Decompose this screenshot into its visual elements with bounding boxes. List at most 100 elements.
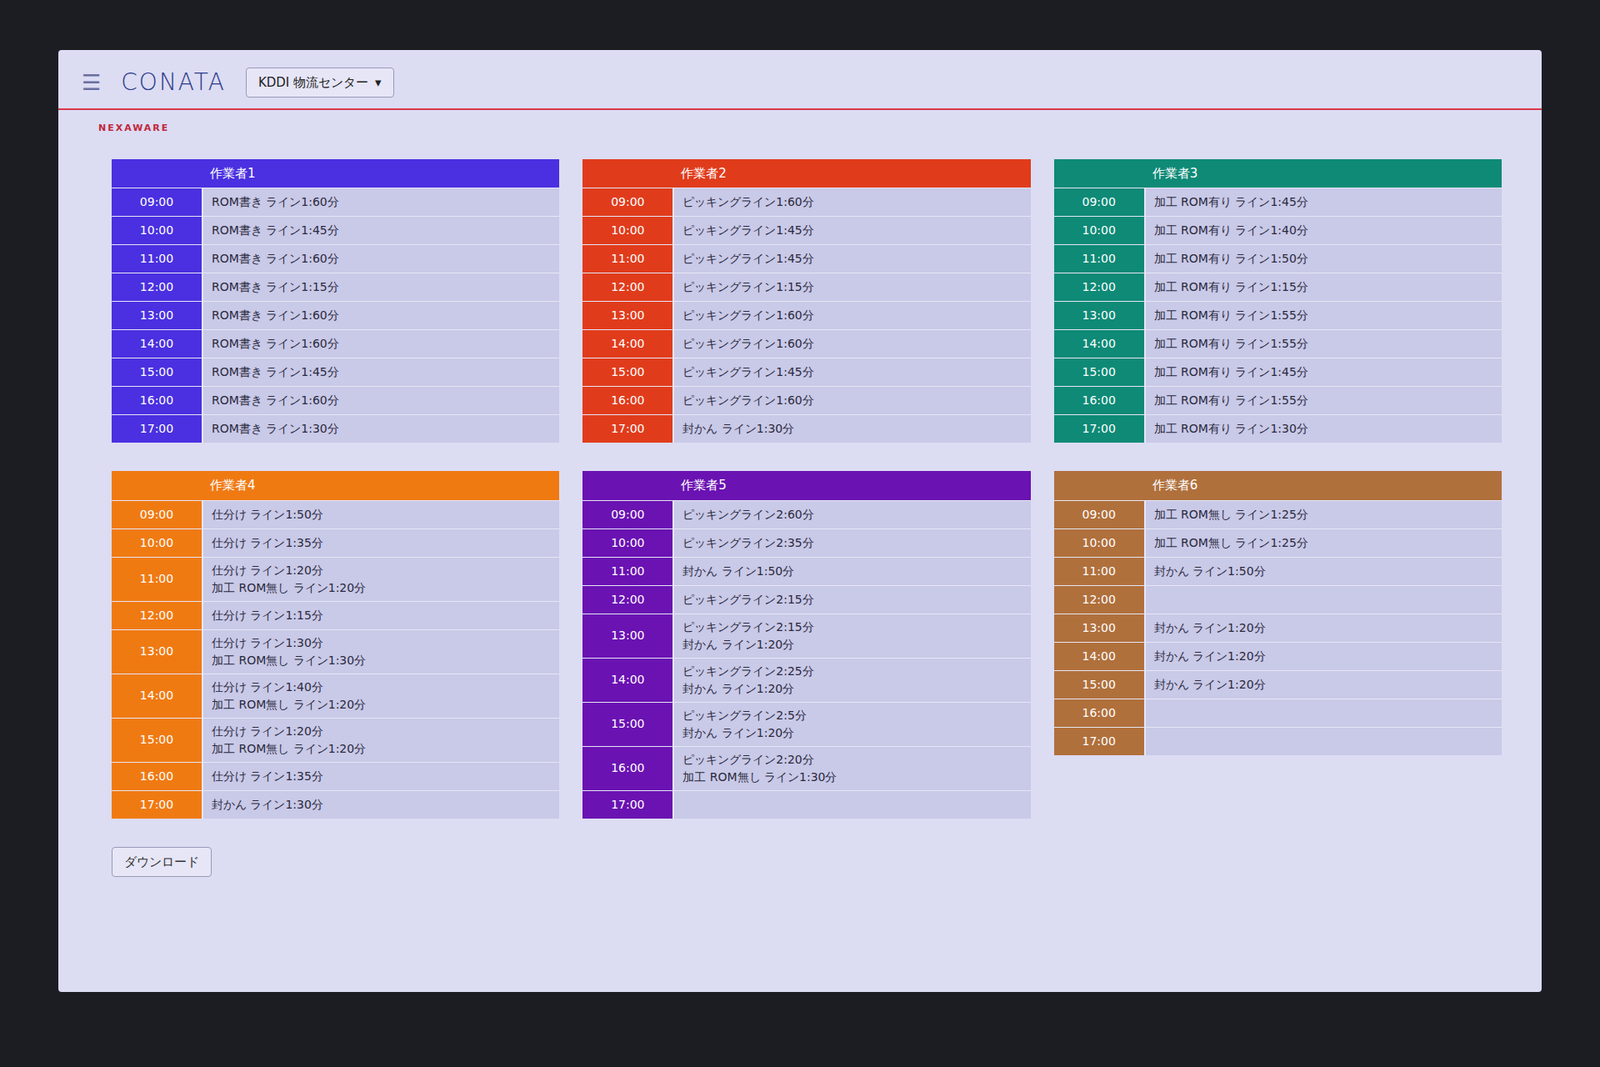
time-cell: 12:00 (111, 273, 204, 301)
worker-name: 作業者4 (203, 470, 560, 500)
task-cell: 仕分け ライン1:50分 (203, 500, 560, 529)
schedule-row: 11:00ROM書き ライン1:60分 (111, 244, 560, 273)
schedule-row: 13:00 加工 ROM有り ライン1:55分 (1054, 300, 1502, 330)
header-corner (1054, 159, 1146, 189)
task-entry: 封かん ライン1:20分 (1154, 619, 1494, 637)
task-cell: ピッキングライン1:60分 (674, 188, 1030, 216)
task-cell: 封かん ライン1:30分 (674, 415, 1030, 443)
task-entry: 封かん ライン1:20分 (682, 680, 1022, 698)
schedule-row: 17:00加工 ROM有り ライン1:30分 (1054, 414, 1502, 443)
task-entry: ROM書き ライン1:45分 (211, 221, 551, 240)
task-cell: 封かん ライン1:50分 (674, 557, 1030, 585)
time-cell: 15:00 (111, 358, 204, 386)
schedule-row: 10:00ROM書き ライン1:45分 (111, 215, 560, 245)
time-cell: 11:00 (582, 557, 675, 585)
task-cell: ピッキングライン1:60分 (674, 386, 1030, 415)
time-cell: 10:00 (1054, 529, 1146, 557)
schedule-row: 11:00加工 ROM有り ライン1:50分 (1054, 244, 1502, 273)
schedule-row: 13:00ROM書き ライン1:60分 (111, 300, 560, 330)
task-entry: ROM書き ライン1:60分 (211, 335, 551, 353)
task-entry: ROM書き ライン1:60分 (211, 193, 551, 211)
time-cell: 14:00 (1054, 642, 1146, 670)
task-cell: ピッキングライン2:5分封かん ライン1:20分 (674, 702, 1030, 746)
task-entry: 加工 ROM有り ライン1:50分 (1154, 250, 1494, 268)
schedule-row: 13:00仕分け ライン1:30分加工 ROM無し ライン1:30分 (111, 629, 560, 674)
time-cell: 15:00 (1054, 670, 1146, 699)
schedule-row: 16:00仕分け ライン1:35分 (111, 761, 560, 790)
schedule-row: 14:00ピッキングライン2:25分封かん ライン1:20分 (582, 657, 1030, 702)
task-entry: 加工 ROM有り ライン1:55分 (1154, 306, 1494, 325)
time-cell: 14:00 (1054, 330, 1146, 358)
schedule-row: 17:00ROM書き ライン1:30分 (111, 414, 560, 443)
task-entry: 封かん ライン1:20分 (1154, 675, 1494, 694)
task-entry: ピッキングライン2:25分 (682, 662, 1022, 680)
task-cell: 仕分け ライン1:20分加工 ROM無し ライン1:20分 (203, 718, 560, 762)
task-entry: 仕分け ライン1:20分 (211, 722, 551, 740)
schedule-row: 09:00加工 ROM有り ライン1:45分 (1054, 187, 1502, 216)
task-cell: 仕分け ライン1:30分加工 ROM無し ライン1:30分 (203, 630, 560, 674)
task-cell: 封かん ライン1:20分 (1145, 614, 1502, 642)
task-entry: 加工 ROM無し ライン1:25分 (1154, 505, 1494, 524)
menu-icon[interactable]: ☰ (81, 71, 101, 94)
task-cell: ピッキングライン2:20分加工 ROM無し ライン1:30分 (674, 746, 1030, 790)
worker-header: 作業者5 (582, 470, 1030, 500)
time-cell: 16:00 (1054, 699, 1146, 727)
task-entry: ROM書き ライン1:60分 (211, 306, 551, 325)
task-entry: 仕分け ライン1:15分 (211, 606, 551, 625)
time-cell: 12:00 (1054, 273, 1146, 301)
schedule-row: 15:00ROM書き ライン1:45分 (111, 357, 560, 386)
task-entry: ピッキングライン2:60分 (682, 505, 1022, 524)
schedule-row: 12:00 ピッキングライン1:15分 (582, 272, 1030, 301)
caret-icon: ▾ (375, 73, 382, 93)
header-corner (111, 159, 204, 189)
schedule-row: 12:00 (1054, 585, 1502, 614)
task-cell (674, 790, 1030, 819)
task-cell: ROM書き ライン1:60分 (203, 386, 560, 415)
schedule-row: 16:00 (1054, 698, 1502, 727)
task-cell: ピッキングライン1:45分 (674, 216, 1030, 245)
time-cell: 17:00 (1054, 727, 1146, 755)
time-cell: 09:00 (582, 500, 675, 529)
task-entry: 加工 ROM有り ライン1:30分 (1154, 420, 1494, 438)
task-cell: 仕分け ライン1:40分加工 ROM無し ライン1:20分 (203, 674, 560, 718)
task-cell: 封かん ライン1:50分 (1145, 557, 1502, 585)
time-cell: 11:00 (111, 557, 204, 601)
task-entry: 仕分け ライン1:20分 (211, 561, 551, 580)
task-entry: ピッキングライン1:45分 (682, 221, 1022, 240)
schedule-row: 11:00ピッキングライン1:45分 (582, 244, 1030, 273)
time-cell: 15:00 (1054, 358, 1146, 386)
task-entry: ROM書き ライン1:15分 (211, 278, 551, 296)
task-cell: 封かん ライン1:20分 (1145, 670, 1502, 699)
schedule-row: 13:00ピッキングライン1:60分 (582, 300, 1030, 330)
time-cell: 16:00 (1054, 386, 1146, 415)
time-cell: 13:00 (1054, 301, 1146, 330)
download-button[interactable]: ダウンロード (111, 846, 212, 878)
task-entry: ピッキングライン1:15分 (682, 278, 1022, 296)
schedule-row: 17:00 (1054, 726, 1502, 755)
task-cell: 封かん ライン1:30分 (203, 790, 560, 819)
task-entry: 仕分け ライン1:35分 (211, 767, 551, 785)
task-entry: ピッキングライン2:15分 (682, 590, 1022, 609)
task-cell: 加工 ROM有り ライン1:15分 (1145, 273, 1502, 301)
worker-header: 作業者4 (111, 470, 560, 500)
time-cell: 16:00 (582, 746, 675, 790)
task-cell: 仕分け ライン1:20分加工 ROM無し ライン1:20分 (203, 557, 560, 601)
site-select-value: KDDI 物流センター (258, 73, 369, 93)
schedule-row: 12:00加工 ROM有り ライン1:15分 (1054, 272, 1502, 301)
task-entry: ピッキングライン2:15分 (682, 618, 1022, 636)
schedule-row: 10:00ピッキングライン2:35分 (582, 528, 1030, 557)
task-cell: ピッキングライン1:60分 (674, 330, 1030, 358)
task-entry: 封かん ライン1:30分 (682, 420, 1022, 438)
time-cell: 15:00 (111, 718, 204, 762)
time-cell: 09:00 (111, 188, 204, 216)
task-entry: 仕分け ライン1:30分 (211, 634, 551, 652)
time-cell: 12:00 (582, 273, 675, 301)
worker-name: 作業者6 (1145, 470, 1502, 500)
site-select[interactable]: KDDI 物流センター ▾ (245, 67, 395, 99)
task-entry: ピッキングライン1:60分 (682, 193, 1022, 211)
schedule-row: 15:00 封かん ライン1:20分 (1054, 670, 1502, 699)
task-cell: 仕分け ライン1:35分 (203, 762, 560, 790)
worker-header: 作業者2 (582, 159, 1030, 189)
nexaware-logo: NEXAWARE (58, 110, 1542, 136)
task-cell: ピッキングライン1:60分 (674, 301, 1030, 330)
